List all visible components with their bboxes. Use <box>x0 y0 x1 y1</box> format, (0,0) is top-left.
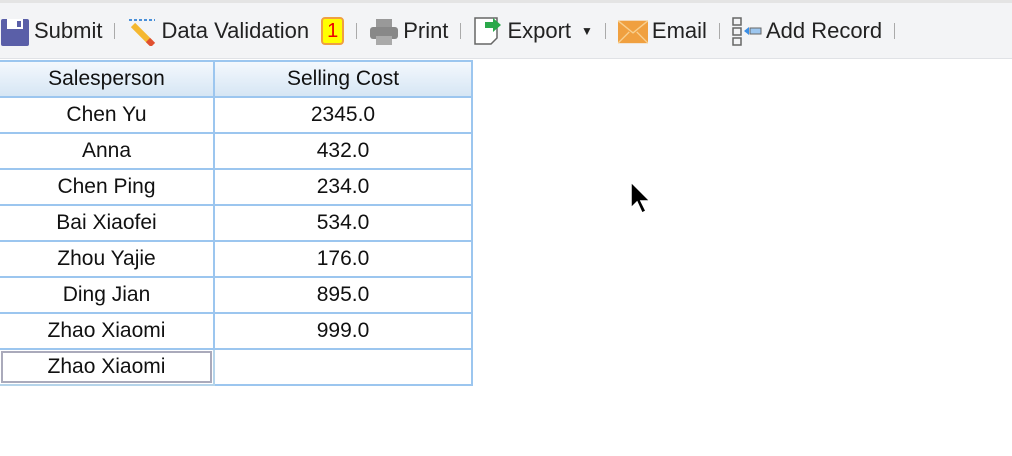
cell-salesperson[interactable]: Zhao Xiaomi <box>0 312 215 350</box>
submit-button[interactable]: Submit <box>0 16 102 46</box>
separator <box>356 22 358 39</box>
pencil-icon <box>129 18 156 46</box>
table-row: Zhou Yajie 176.0 <box>0 240 473 278</box>
table-row: Zhao Xiaomi <box>0 348 473 386</box>
separator <box>604 22 606 39</box>
cell-selling-cost[interactable]: 999.0 <box>213 312 473 350</box>
export-icon <box>474 16 502 45</box>
export-dropdown[interactable]: Export ▼ <box>473 16 593 46</box>
cell-selling-cost[interactable]: 534.0 <box>213 204 473 242</box>
printer-icon <box>370 18 399 45</box>
email-button[interactable]: Email <box>617 16 707 46</box>
validation-count-badge: 1 <box>321 16 345 45</box>
separator <box>894 22 896 39</box>
header-salesperson[interactable]: Salesperson <box>0 60 215 98</box>
selected-cell-salesperson[interactable]: Zhao Xiaomi <box>0 348 215 386</box>
mouse-cursor-icon <box>630 181 652 215</box>
data-table: Salesperson Selling Cost Chen Yu 2345.0 A… <box>0 60 473 386</box>
table-header-row: Salesperson Selling Cost <box>0 60 473 98</box>
separator <box>460 22 462 39</box>
cell-selling-cost[interactable]: 176.0 <box>213 240 473 278</box>
add-record-icon <box>732 16 762 46</box>
email-label: Email <box>651 17 707 43</box>
cell-salesperson[interactable]: Chen Yu <box>0 96 215 134</box>
cell-salesperson[interactable]: Bai Xiaofei <box>0 204 215 242</box>
table-row: Anna 432.0 <box>0 132 473 170</box>
header-selling-cost[interactable]: Selling Cost <box>213 60 473 98</box>
cell-selling-cost[interactable]: 432.0 <box>213 132 473 170</box>
separator <box>114 22 116 39</box>
cell-salesperson[interactable]: Ding Jian <box>0 276 215 314</box>
save-icon <box>1 18 29 46</box>
cell-salesperson[interactable]: Chen Ping <box>0 168 215 206</box>
chevron-down-icon: ▼ <box>581 23 593 38</box>
cell-salesperson[interactable]: Zhou Yajie <box>0 240 215 278</box>
table-row: Bai Xiaofei 534.0 <box>0 204 473 242</box>
data-validation-label: Data Validation <box>161 17 310 43</box>
cell-selling-cost[interactable]: 234.0 <box>213 168 473 206</box>
toolbar: Submit Data Validation 1 Print Export ▼ … <box>0 0 1012 59</box>
export-label: Export <box>507 17 572 43</box>
submit-label: Submit <box>34 17 103 43</box>
add-record-label: Add Record <box>765 17 883 43</box>
table-row: Ding Jian 895.0 <box>0 276 473 314</box>
print-label: Print <box>403 17 449 43</box>
cell-selling-cost[interactable]: 2345.0 <box>213 96 473 134</box>
data-validation-button[interactable]: Data Validation 1 <box>127 16 345 46</box>
separator <box>718 22 720 39</box>
add-record-button[interactable]: Add Record <box>732 16 882 46</box>
table-row: Zhao Xiaomi 999.0 <box>0 312 473 350</box>
cell-selling-cost[interactable]: 895.0 <box>213 276 473 314</box>
cell-selling-cost[interactable] <box>213 348 473 386</box>
envelope-icon <box>617 19 648 44</box>
print-button[interactable]: Print <box>369 16 448 46</box>
table-row: Chen Ping 234.0 <box>0 168 473 206</box>
table-row: Chen Yu 2345.0 <box>0 96 473 134</box>
cell-salesperson[interactable]: Anna <box>0 132 215 170</box>
